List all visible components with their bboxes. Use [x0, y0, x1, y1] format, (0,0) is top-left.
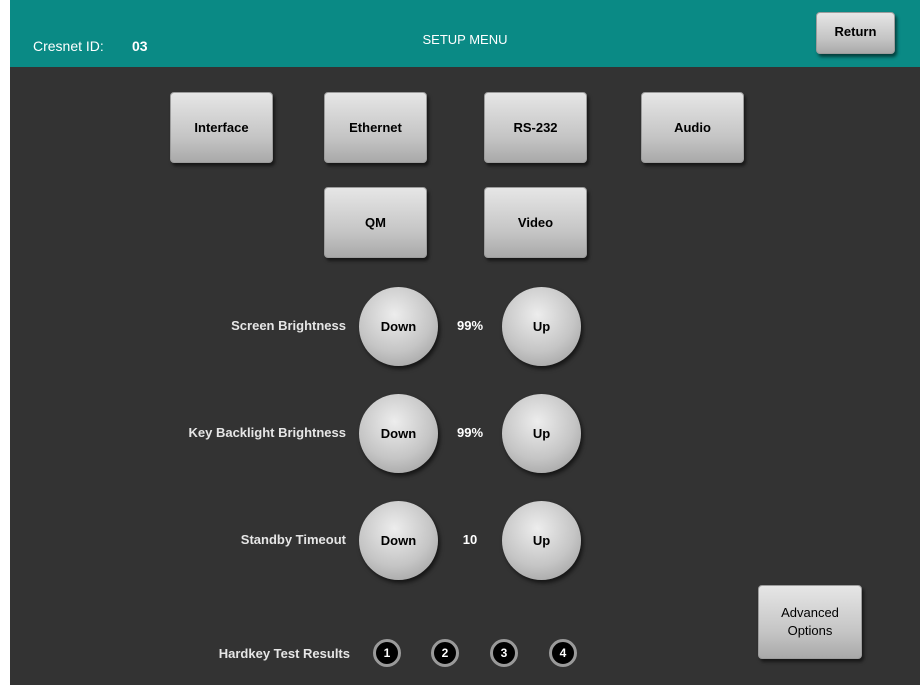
screen-brightness-down-button[interactable]: Down: [359, 287, 438, 366]
hardkey-indicator-2: 2: [431, 639, 459, 667]
hardkey-indicator-4: 4: [549, 639, 577, 667]
advanced-line2: Options: [787, 623, 833, 638]
advanced-line1: Advanced: [781, 605, 839, 620]
standby-timeout-label: Standby Timeout: [240, 532, 346, 547]
screen-brightness-label: Screen Brightness: [231, 318, 346, 333]
screen-brightness-up-button[interactable]: Up: [502, 287, 581, 366]
hardkey-test-label: Hardkey Test Results: [218, 646, 350, 661]
standby-timeout-value: 10: [462, 532, 478, 547]
return-button[interactable]: Return: [816, 12, 895, 54]
interface-button[interactable]: Interface: [170, 92, 273, 163]
advanced-options-label: Advanced Options: [781, 604, 839, 640]
hardkey-indicator-3: 3: [490, 639, 518, 667]
key-backlight-value: 99%: [456, 425, 484, 440]
standby-timeout-up-button[interactable]: Up: [502, 501, 581, 580]
advanced-options-button[interactable]: Advanced Options: [758, 585, 862, 659]
key-backlight-down-button[interactable]: Down: [359, 394, 438, 473]
page-title: SETUP MENU: [422, 32, 508, 47]
header-bar: Cresnet ID: 03 SETUP MENU Return: [10, 0, 920, 67]
ethernet-button[interactable]: Ethernet: [324, 92, 427, 163]
rs232-button[interactable]: RS-232: [484, 92, 587, 163]
hardkey-indicator-1: 1: [373, 639, 401, 667]
screen-brightness-value: 99%: [456, 318, 484, 333]
qm-button[interactable]: QM: [324, 187, 427, 258]
standby-timeout-down-button[interactable]: Down: [359, 501, 438, 580]
audio-button[interactable]: Audio: [641, 92, 744, 163]
key-backlight-up-button[interactable]: Up: [502, 394, 581, 473]
key-backlight-label: Key Backlight Brightness: [188, 425, 347, 440]
video-button[interactable]: Video: [484, 187, 587, 258]
setup-screen: Cresnet ID: 03 SETUP MENU Return Interfa…: [10, 0, 920, 685]
